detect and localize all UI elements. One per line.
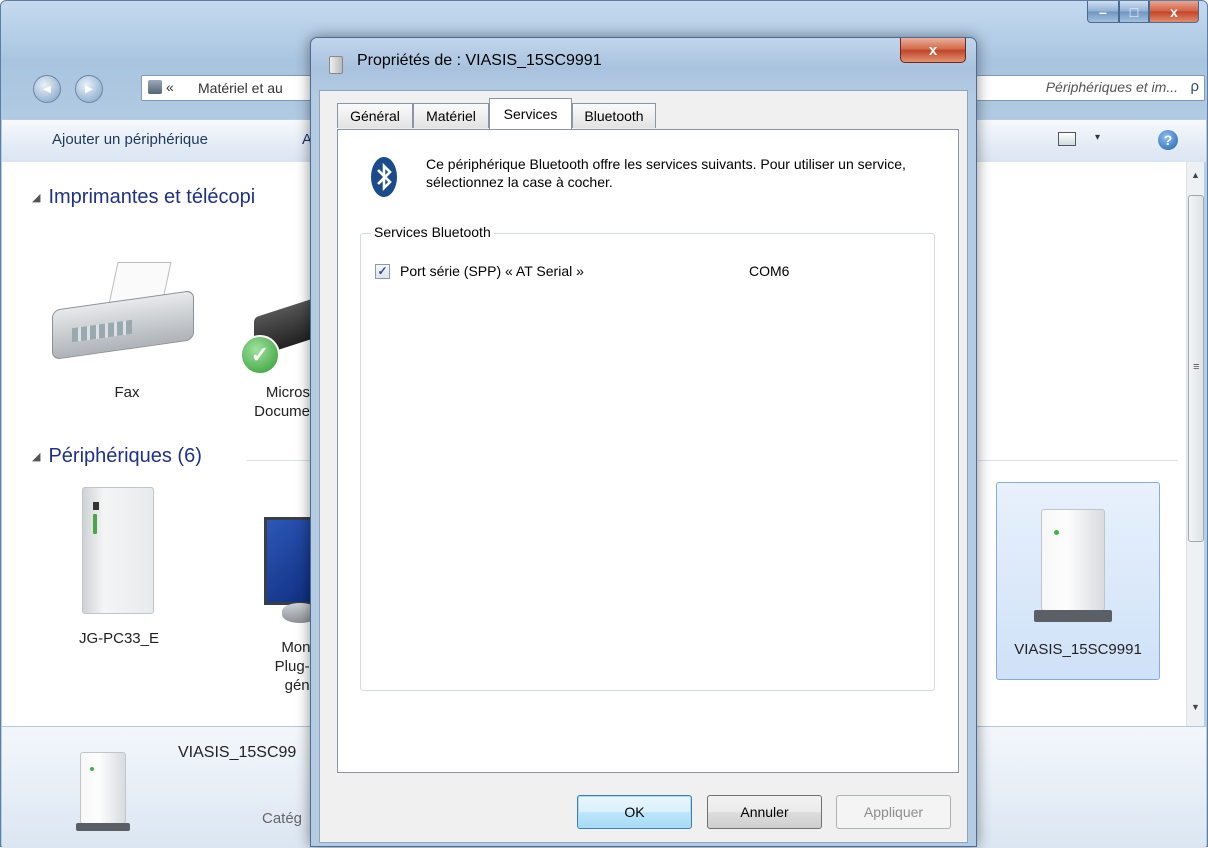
group-divider: [978, 460, 1178, 461]
tab-hardware[interactable]: Matériel: [413, 103, 489, 128]
forward-button[interactable]: ▶: [75, 75, 103, 103]
services-tab-panel: Ce périphérique Bluetooth offre les serv…: [337, 129, 959, 773]
computer-icon[interactable]: [82, 487, 154, 614]
services-groupbox: Services Bluetooth ✓ Port série (SPP) « …: [360, 224, 935, 691]
window-controls: – □ x: [1087, 1, 1199, 23]
tab-general[interactable]: Général: [337, 103, 413, 128]
collapse-arrow-icon[interactable]: ◢: [32, 192, 40, 204]
services-description: Ce périphérique Bluetooth offre les serv…: [426, 156, 906, 190]
cancel-button[interactable]: Annuler: [707, 795, 822, 829]
grip-icon: ≡: [1193, 361, 1200, 373]
details-device-name: VIASIS_15SC99: [178, 744, 297, 761]
tab-services[interactable]: Services: [489, 98, 572, 129]
group-divider: [247, 460, 317, 461]
properties-dialog: Propriétés de : VIASIS_15SC9991 x Généra…: [310, 37, 977, 847]
service-name: Port série (SPP) « AT Serial »: [400, 263, 584, 279]
vertical-scrollbar[interactable]: ▲ ≡ ▼: [1186, 162, 1204, 726]
tab-bluetooth[interactable]: Bluetooth: [572, 103, 656, 128]
apply-button[interactable]: Appliquer: [836, 795, 951, 829]
minimize-button[interactable]: –: [1087, 1, 1119, 23]
details-device-icon: [76, 752, 130, 831]
device-icon: [329, 56, 343, 74]
dialog-body: Général Matériel Services Bluetooth Ce p…: [319, 90, 968, 843]
fax-icon[interactable]: [52, 262, 200, 372]
details-category-label: Catég: [262, 810, 303, 827]
service-checkbox[interactable]: ✓: [375, 264, 390, 279]
service-row[interactable]: ✓ Port série (SPP) « AT Serial » COM6: [375, 262, 915, 282]
back-button[interactable]: ◀: [33, 75, 61, 103]
device-label-monitor: Monit Plug-a géné: [274, 639, 318, 694]
group-devices-title: Périphériques (6): [48, 445, 202, 467]
dialog-title: Propriétés de : VIASIS_15SC9991: [357, 52, 602, 69]
ok-button[interactable]: OK: [577, 795, 692, 829]
bluetooth-icon: [371, 157, 397, 197]
scroll-up-icon[interactable]: ▲: [1187, 170, 1204, 186]
group-printers-header[interactable]: ◢ Imprimantes et télécopi: [32, 186, 255, 209]
printer-icon[interactable]: ✓: [240, 296, 320, 377]
bluetooth-device-icon: [1034, 509, 1112, 622]
chevron-down-icon[interactable]: ▾: [1095, 132, 1100, 143]
collapse-arrow-icon[interactable]: ◢: [32, 451, 40, 463]
forward-arrow-icon: ▶: [85, 83, 93, 95]
add-device-button[interactable]: Ajouter un périphérique: [52, 131, 208, 148]
scroll-down-icon[interactable]: ▼: [1187, 702, 1204, 718]
group-printers-title: Imprimantes et télécopi: [48, 186, 256, 208]
device-label-viasis: VIASIS_15SC9991: [1014, 641, 1142, 658]
breadcrumb[interactable]: Matériel et au: [198, 80, 283, 96]
close-button[interactable]: x: [1149, 1, 1199, 23]
service-port: COM6: [749, 263, 790, 279]
check-badge-icon: ✓: [240, 335, 280, 375]
device-label-computer: JG-PC33_E: [78, 630, 160, 647]
maximize-button[interactable]: □: [1119, 1, 1149, 23]
breadcrumb-prefix[interactable]: «: [166, 79, 174, 95]
device-tile-viasis[interactable]: VIASIS_15SC9991: [996, 482, 1160, 680]
back-arrow-icon: ◀: [43, 83, 51, 95]
device-label-fax: Fax: [114, 384, 140, 401]
search-icon[interactable]: ρ: [1190, 78, 1199, 95]
change-view-icon[interactable]: [1058, 132, 1076, 146]
control-panel-icon: [148, 80, 162, 94]
dialog-close-button[interactable]: x: [900, 38, 966, 63]
services-group-title: Services Bluetooth: [371, 224, 494, 240]
search-input[interactable]: Périphériques et im...: [1046, 79, 1178, 95]
help-icon[interactable]: ?: [1158, 130, 1178, 150]
group-devices-header[interactable]: ◢ Périphériques (6): [32, 445, 202, 468]
scroll-thumb[interactable]: ≡: [1188, 195, 1204, 542]
device-label-xps: Micros Docume: [254, 384, 310, 420]
